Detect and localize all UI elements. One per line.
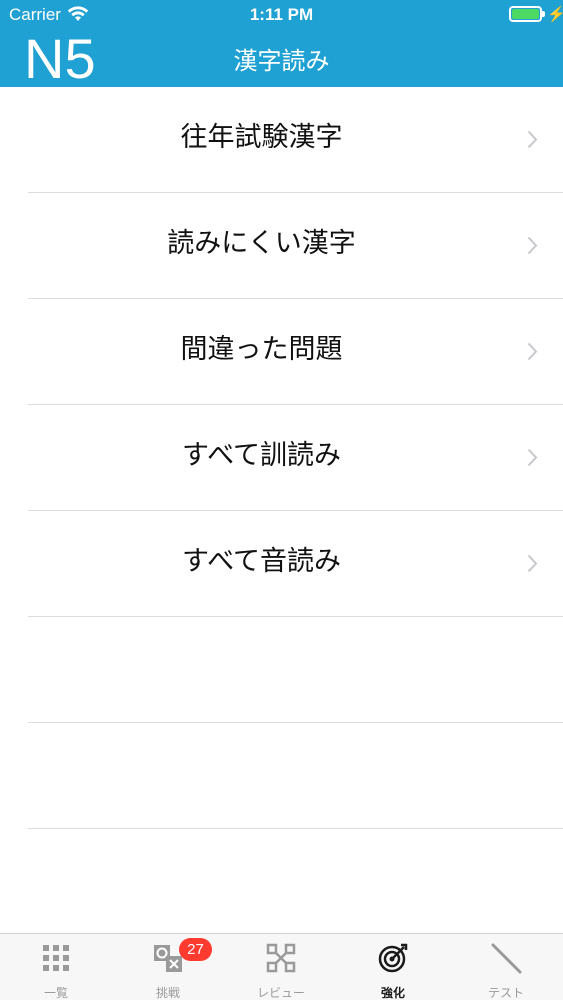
tab-list[interactable]: 一覧 <box>0 934 112 1000</box>
chevron-right-icon <box>527 236 538 255</box>
empty-row <box>0 723 563 829</box>
menu-item-past-exam-kanji[interactable]: 往年試験漢字 <box>0 87 563 193</box>
notification-badge: 27 <box>179 938 212 961</box>
menu-item-label: すべて音読み <box>181 546 342 577</box>
menu-item-all-kun-readings[interactable]: すべて訓読み <box>0 405 563 511</box>
pencil-icon <box>491 943 522 974</box>
chevron-right-icon <box>527 342 538 361</box>
menu-item-wrong-questions[interactable]: 間違った問題 <box>0 299 563 405</box>
tab-label: テスト <box>487 986 524 1000</box>
battery-icon <box>509 6 542 22</box>
empty-row <box>0 829 563 935</box>
tab-test[interactable]: テスト <box>450 934 562 1000</box>
tab-label: 一覧 <box>43 986 68 1000</box>
menu-item-label: 往年試験漢字 <box>180 122 343 153</box>
menu-item-label: 間違った問題 <box>180 334 343 365</box>
tab-strengthen[interactable]: 強化 <box>337 934 449 1000</box>
menu-item-hard-to-read-kanji[interactable]: 読みにくい漢字 <box>0 193 563 299</box>
status-time: 1:11 PM <box>249 5 314 24</box>
battery-tip <box>542 11 545 17</box>
review-icon <box>266 943 296 973</box>
navigation-header: Carrier 1:11 PM ⚡ N5 漢字読み <box>0 0 563 90</box>
tab-bar: 一覧 27 挑戦 レビュー 強化 テスト <box>0 933 563 1000</box>
chevron-right-icon <box>527 554 538 573</box>
chevron-right-icon <box>527 130 538 149</box>
chevron-right-icon <box>527 448 538 467</box>
page-title: 漢字読み <box>233 47 330 75</box>
target-icon <box>378 943 408 973</box>
tab-review[interactable]: レビュー <box>225 934 337 1000</box>
tab-challenge[interactable]: 27 挑戦 <box>112 934 224 1000</box>
empty-row <box>0 617 563 723</box>
menu-item-label: すべて訓読み <box>181 440 342 471</box>
tab-label: レビュー <box>256 986 305 1000</box>
charging-bolt-icon: ⚡ <box>547 6 563 23</box>
menu-item-all-on-readings[interactable]: すべて音読み <box>0 511 563 617</box>
grid-icon <box>43 945 69 971</box>
menu-list: 往年試験漢字 読みにくい漢字 間違った問題 すべて訓読み すべて音読み <box>0 87 563 935</box>
tab-label: 挑戦 <box>155 986 180 1000</box>
status-bar: Carrier 1:11 PM ⚡ <box>0 0 563 30</box>
menu-item-label: 読みにくい漢字 <box>167 228 356 259</box>
tab-label: 強化 <box>380 986 405 1000</box>
